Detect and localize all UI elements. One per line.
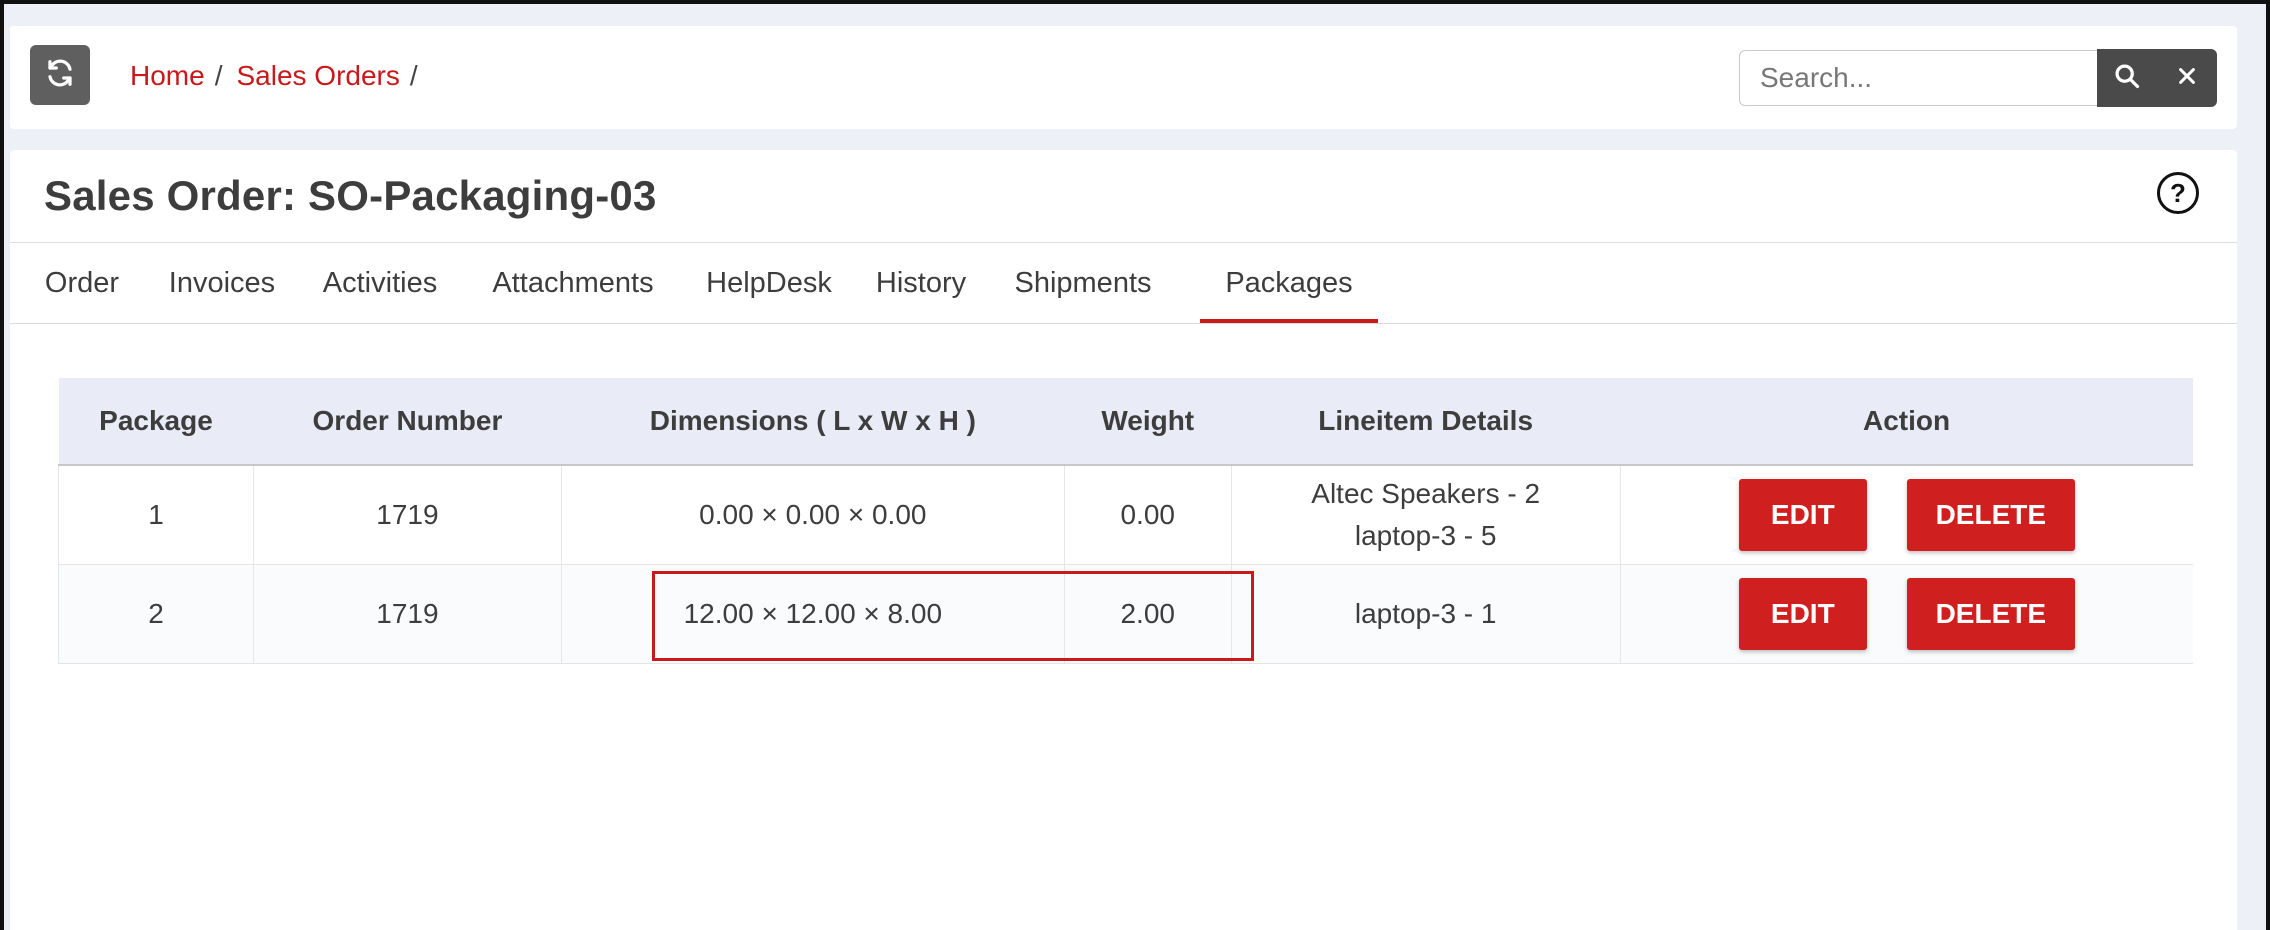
- column-header: Lineitem Details: [1231, 378, 1621, 466]
- main-panel: Sales Order: SO-Packaging-03 ? Order Inv…: [10, 150, 2237, 930]
- breadcrumb-separator: /: [409, 60, 418, 91]
- tab-helpdesk[interactable]: HelpDesk: [694, 243, 844, 323]
- tab-attachments[interactable]: Attachments: [472, 243, 674, 323]
- tab-bar: Order Invoices Activities Attachments He…: [10, 243, 2237, 324]
- column-header: Weight: [1064, 378, 1232, 466]
- weight-cell: 0.00: [1064, 465, 1232, 565]
- app-frame: Home / Sales Orders / Search... Sales Or…: [4, 4, 2266, 930]
- lineitem: laptop-3 - 1: [1354, 598, 1497, 629]
- weight-cell: 2.00: [1064, 564, 1232, 664]
- breadcrumb-home-link[interactable]: Home: [130, 60, 205, 92]
- lineitem-details-cell: Altec Speakers - 2 laptop-3 - 5: [1231, 465, 1621, 565]
- delete-button[interactable]: DELETE: [1906, 479, 2075, 551]
- column-header: Order Number: [253, 378, 562, 466]
- lineitem: laptop-3 - 5: [1354, 520, 1497, 551]
- package-cell: 1: [58, 465, 254, 565]
- action-cell: EDIT DELETE: [1620, 465, 2193, 565]
- help-icon[interactable]: ?: [2157, 172, 2199, 214]
- tab-packages[interactable]: Packages: [1200, 243, 1378, 323]
- table-row: 1 1719 0.00 × 0.00 × 0.00 0.00 Altec Spe…: [58, 465, 2193, 565]
- order-number-cell: 1719: [253, 465, 562, 565]
- order-number-cell: 1719: [253, 564, 562, 664]
- dimensions-cell: 0.00 × 0.00 × 0.00: [561, 465, 1065, 565]
- edit-button[interactable]: EDIT: [1738, 578, 1867, 650]
- breadcrumb-sales-orders-link[interactable]: Sales Orders: [236, 60, 399, 92]
- column-header: Dimensions ( L x W x H ): [561, 378, 1065, 466]
- search-icon: [2113, 62, 2141, 95]
- refresh-button[interactable]: [30, 45, 90, 105]
- packages-table: Package Order Number Dimensions ( L x W …: [58, 378, 2193, 664]
- tab-order[interactable]: Order: [28, 243, 136, 323]
- tab-history[interactable]: History: [864, 243, 978, 323]
- tab-invoices[interactable]: Invoices: [156, 243, 288, 323]
- package-cell: 2: [58, 564, 254, 664]
- page-title: Sales Order: SO-Packaging-03: [44, 172, 657, 219]
- tab-shipments[interactable]: Shipments: [998, 243, 1168, 323]
- edit-button[interactable]: EDIT: [1738, 479, 1867, 551]
- search-bar: [1739, 49, 2217, 107]
- column-header: Package: [58, 378, 254, 466]
- lineitem: Altec Speakers - 2: [1311, 478, 1541, 509]
- table-header-row: Package Order Number Dimensions ( L x W …: [58, 378, 2193, 466]
- search-button[interactable]: [2097, 49, 2157, 107]
- breadcrumb-separator: /: [214, 60, 223, 91]
- breadcrumb: Home / Sales Orders /: [130, 60, 432, 92]
- top-bar: Home / Sales Orders /: [10, 26, 2237, 129]
- tab-activities[interactable]: Activities: [308, 243, 452, 323]
- action-cell: EDIT DELETE: [1620, 564, 2193, 664]
- column-header: Action: [1620, 378, 2193, 466]
- lineitem-details-cell: laptop-3 - 1: [1231, 564, 1621, 664]
- search-input[interactable]: [1739, 50, 2097, 106]
- delete-button[interactable]: DELETE: [1906, 578, 2075, 650]
- table-row: 2 1719 12.00 × 12.00 × 8.00 2.00 laptop-…: [58, 564, 2193, 664]
- dimensions-cell: 12.00 × 12.00 × 8.00: [561, 564, 1065, 664]
- refresh-icon: [45, 58, 75, 93]
- clear-search-button[interactable]: [2157, 49, 2217, 107]
- close-icon: [2176, 65, 2198, 92]
